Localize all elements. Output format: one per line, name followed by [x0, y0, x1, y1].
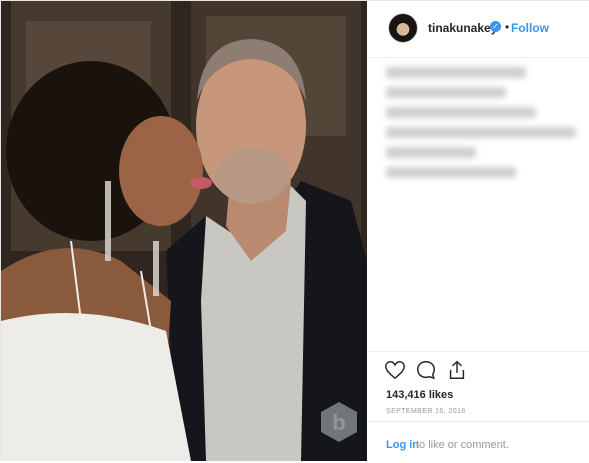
follow-button[interactable]: Follow — [511, 21, 549, 35]
share-icon[interactable] — [446, 359, 468, 381]
caption-line — [386, 167, 516, 178]
avatar[interactable] — [388, 13, 418, 43]
comment-bar: Log in to like or comment. — [368, 421, 589, 463]
caption-line — [386, 147, 476, 158]
caption-line — [386, 67, 526, 78]
caption-line — [386, 87, 506, 98]
action-bar: 143,416 likes SEPTEMBER 16, 2018 Log in … — [368, 351, 589, 462]
post-header: tinakunakey ✓ • Follow — [368, 1, 589, 58]
caption-blurred — [386, 67, 582, 187]
verified-badge-icon: ✓ — [490, 21, 501, 32]
login-link[interactable]: Log in — [386, 439, 419, 451]
username-link[interactable]: tinakunakey — [428, 21, 497, 35]
caption-line — [386, 107, 536, 118]
heart-icon[interactable] — [384, 359, 406, 381]
watermark-logo: b — [317, 400, 361, 444]
comment-icon[interactable] — [415, 359, 437, 381]
caption-line — [386, 127, 576, 138]
photo-illustration — [1, 1, 367, 461]
instagram-post: b tinakunakey ✓ • Follow 143,416 likes S… — [0, 0, 589, 461]
login-prompt-text: to like or comment. — [416, 439, 509, 451]
likes-count[interactable]: 143,416 likes — [386, 389, 453, 401]
post-date: SEPTEMBER 16, 2018 — [386, 408, 466, 415]
post-photo[interactable] — [1, 1, 367, 461]
separator-dot: • — [505, 20, 510, 34]
svg-text:b: b — [332, 410, 345, 435]
post-sidebar: tinakunakey ✓ • Follow 143,416 likes SEP… — [368, 1, 589, 461]
